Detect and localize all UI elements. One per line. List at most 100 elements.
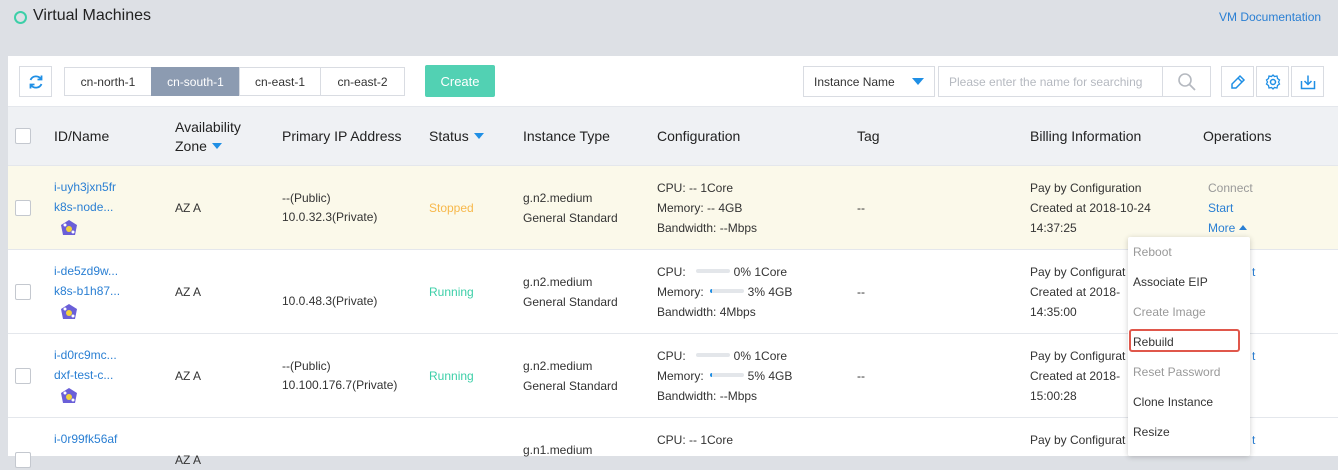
search-icon (1177, 72, 1196, 91)
private-ip: 10.0.48.3(Private) (282, 294, 378, 308)
instance-id-link[interactable]: i-uyh3jxn5fr (54, 177, 116, 197)
region-tab-cn-east-2[interactable]: cn-east-2 (320, 67, 405, 96)
availability-zone: AZ A (175, 369, 202, 383)
created-date: Created at 2018- (1030, 369, 1121, 383)
filter-caret-icon (211, 143, 222, 149)
status-circle-icon (14, 11, 27, 24)
memory-size: 4GB (768, 369, 793, 383)
column-header-zone: Availability (175, 119, 241, 135)
search-input[interactable] (938, 66, 1163, 97)
cpu-percent: 0% (733, 349, 752, 363)
region-tab-cn-north-1[interactable]: cn-north-1 (64, 67, 152, 96)
column-header-billing: Billing Information (1030, 128, 1142, 144)
gear-icon (1265, 73, 1280, 90)
instance-type: g.n2.medium (523, 275, 593, 289)
column-header-zone-filter[interactable]: Zone (175, 138, 222, 154)
search-field-select[interactable]: Instance Name (803, 66, 935, 97)
public-ip: --(Public) (282, 359, 331, 373)
created-time: 14:35:00 (1030, 305, 1077, 319)
connect-link-partial[interactable]: t (1252, 430, 1255, 450)
memory-usage: Memory: 5% 4GB (657, 366, 792, 386)
create-button[interactable]: Create (425, 65, 495, 97)
start-link[interactable]: Start (1208, 198, 1233, 218)
page-title: Virtual Machines (33, 7, 151, 24)
caret-down-icon (912, 78, 924, 85)
memory-percent: 5% (747, 369, 766, 383)
cpu-usage: CPU: 0% 1Core (657, 346, 787, 366)
column-header-configuration: Configuration (657, 128, 741, 144)
region-tab-cn-south-1[interactable]: cn-south-1 (151, 67, 240, 96)
export-button[interactable] (1291, 66, 1324, 97)
menu-item-reboot[interactable]: Reboot (1133, 245, 1172, 259)
instance-family: General Standard (523, 211, 618, 225)
bandwidth-config: Bandwidth: --Mbps (657, 221, 758, 235)
column-header-status-filter[interactable]: Status (429, 128, 484, 144)
caret-up-icon (1239, 225, 1248, 230)
cpu-usage: CPU: 0% 1Core (657, 262, 787, 282)
cpu-cores: 1Core (754, 349, 788, 363)
status-badge: Stopped (429, 201, 474, 215)
column-header-instance-type: Instance Type (523, 128, 610, 144)
billing-mode: Pay by Configurat (1030, 349, 1126, 363)
column-header-zone-label: Zone (175, 138, 207, 154)
instance-id-link[interactable]: i-0r99fk56af (54, 429, 117, 449)
status-badge: Running (429, 285, 474, 299)
more-operations-toggle[interactable]: More (1208, 218, 1248, 238)
settings-button[interactable] (1256, 66, 1289, 97)
memory-usage-bar (709, 373, 744, 377)
cpu-cores: 1Core (754, 265, 788, 279)
column-header-tag: Tag (857, 128, 880, 144)
select-all-checkbox[interactable] (15, 128, 31, 144)
column-header-operations: Operations (1203, 128, 1272, 144)
status-badge: Running (429, 369, 474, 383)
instance-name-link[interactable]: dxf-test-c... (54, 365, 113, 385)
billing-mode: Pay by Configurat (1030, 433, 1126, 447)
edit-tags-button[interactable] (1221, 66, 1254, 97)
tag-value: -- (857, 285, 865, 299)
instance-id-link[interactable]: i-d0rc9mc... (54, 345, 117, 365)
connect-link[interactable]: Connect (1208, 178, 1253, 198)
menu-item-clone-instance[interactable]: Clone Instance (1133, 395, 1213, 409)
connect-link-partial[interactable]: t (1252, 262, 1255, 282)
availability-zone: AZ A (175, 201, 202, 215)
billing-mode: Pay by Configuration (1030, 181, 1142, 195)
instance-id-link[interactable]: i-de5zd9w... (54, 261, 118, 281)
menu-item-create-image[interactable]: Create Image (1133, 305, 1206, 319)
private-ip: 10.0.32.3(Private) (282, 210, 378, 224)
instance-name-link[interactable]: k8s-b1h87... (54, 281, 120, 301)
cpu-usage-bar (695, 353, 730, 357)
rebuild-highlight-box (1129, 329, 1240, 352)
private-ip: 10.100.176.7(Private) (282, 378, 398, 392)
menu-item-reset-password[interactable]: Reset Password (1133, 365, 1220, 379)
row-checkbox[interactable] (15, 368, 31, 384)
row-checkbox[interactable] (15, 200, 31, 216)
kubernetes-badge-icon (59, 303, 79, 329)
menu-item-associate-eip[interactable]: Associate EIP (1133, 275, 1208, 289)
region-tab-cn-east-1[interactable]: cn-east-1 (239, 67, 321, 96)
instance-type: g.n1.medium (523, 443, 593, 457)
search-button[interactable] (1163, 66, 1211, 97)
vm-documentation-link[interactable]: VM Documentation (1219, 10, 1321, 24)
row-checkbox[interactable] (15, 284, 31, 300)
menu-item-resize[interactable]: Resize (1133, 425, 1170, 439)
column-header-ip: Primary IP Address (282, 128, 402, 144)
column-header-id-name: ID/Name (54, 128, 110, 144)
created-time: 14:37:25 (1030, 221, 1077, 235)
instance-name-link[interactable]: k8s-node... (54, 197, 113, 217)
cpu-label: CPU: (657, 349, 686, 363)
tag-value: -- (857, 201, 865, 215)
tag-value: -- (857, 369, 865, 383)
page-header (0, 0, 1338, 44)
kubernetes-badge-icon (59, 219, 79, 245)
public-ip: --(Public) (282, 191, 331, 205)
bandwidth-config: Bandwidth: 4Mbps (657, 305, 756, 319)
memory-label: Memory: (657, 285, 704, 299)
memory-label: Memory: (657, 369, 704, 383)
connect-link-partial[interactable]: t (1252, 346, 1255, 366)
filter-caret-icon (473, 133, 484, 139)
memory-percent: 3% (747, 285, 766, 299)
refresh-button[interactable] (19, 66, 52, 97)
redacted-public-ip (276, 274, 406, 290)
search-field-select-value: Instance Name (814, 75, 895, 89)
row-checkbox[interactable] (15, 452, 31, 468)
